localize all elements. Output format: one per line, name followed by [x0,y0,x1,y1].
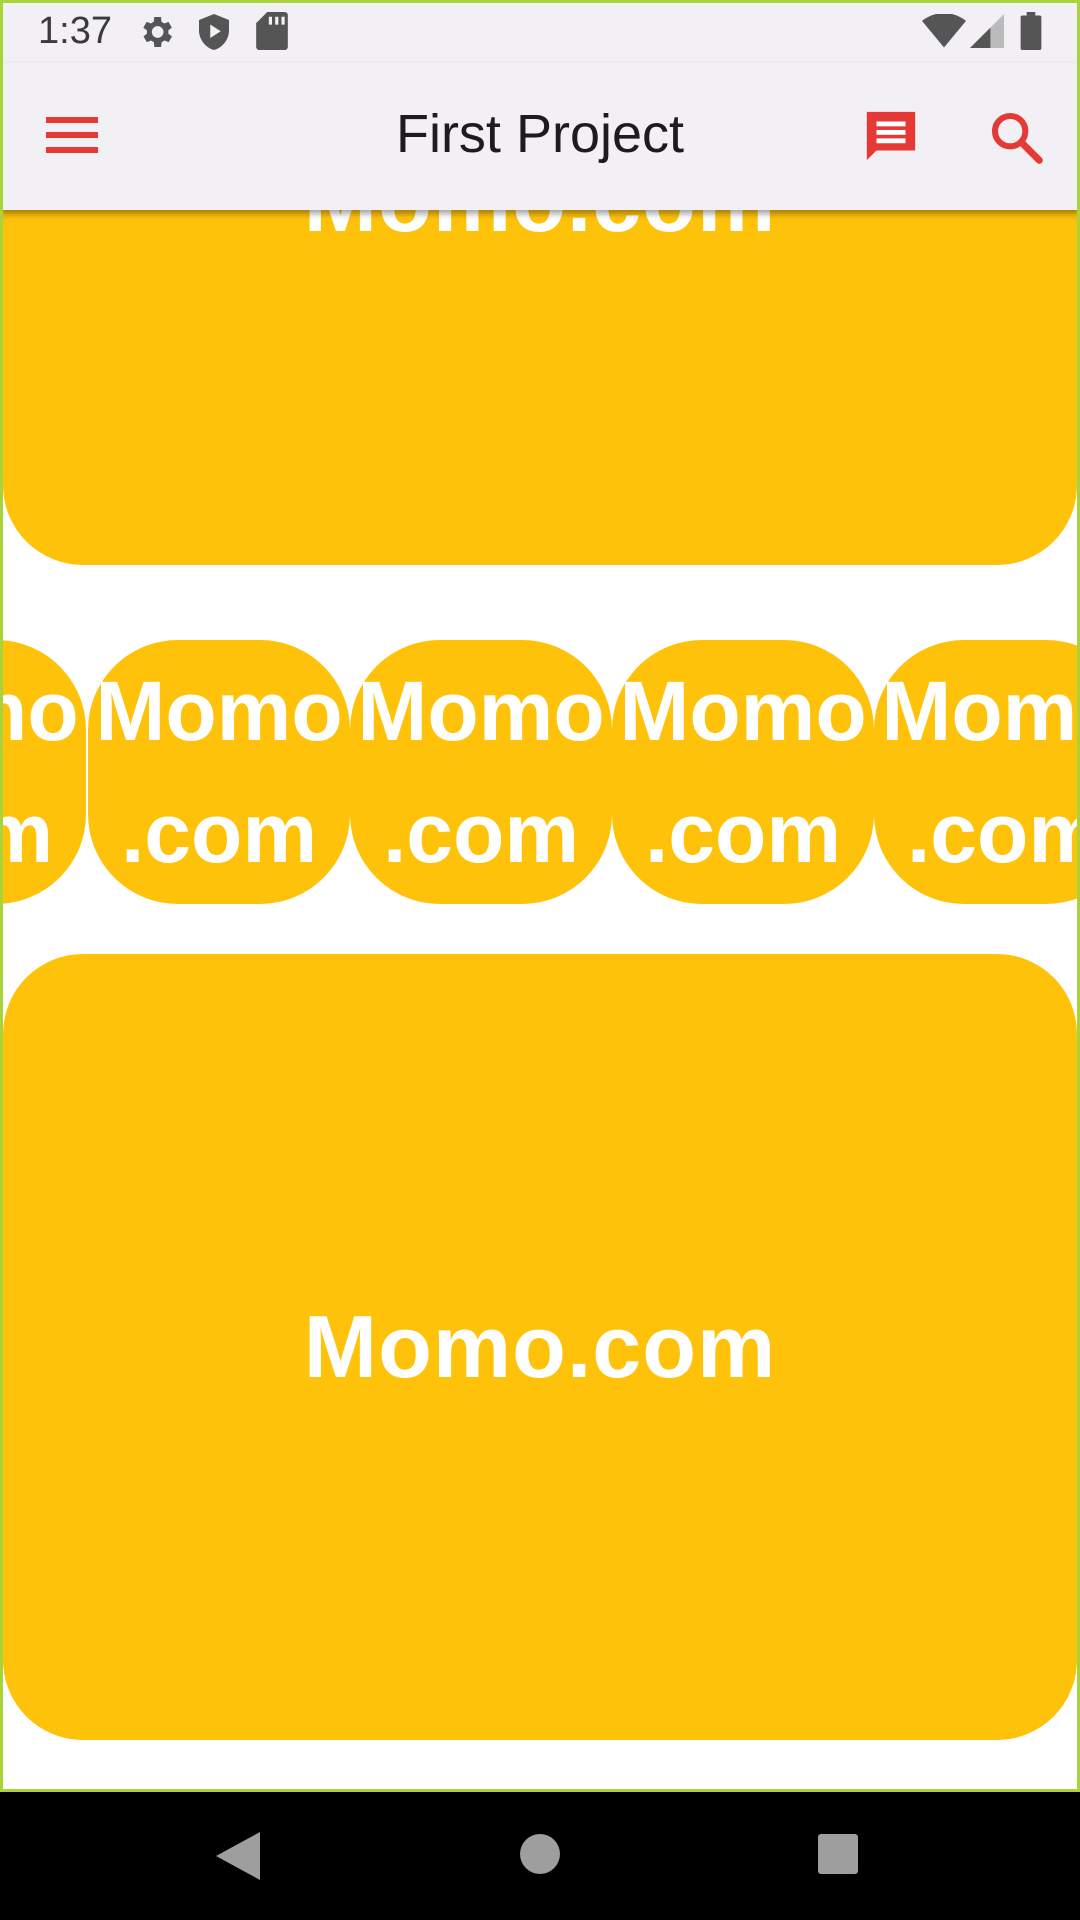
cellular-signal-icon [970,14,1004,53]
sd-card-icon [256,12,288,55]
content-area[interactable]: Momo.com Momo .com Momo .com Momo .com M… [0,210,1080,1792]
card-label: Momo.com [304,210,776,252]
status-time: 1:37 [38,10,112,52]
chip-label-line1: Momo [95,664,343,758]
chip-label-line2: .com [644,786,842,880]
system-nav-bar [0,1792,1080,1920]
chip-label-line2: .com [0,786,54,880]
chip-label-line1: Momo [0,664,79,758]
chip-label-line2: .com [906,786,1080,880]
app-bar: First Project [0,63,1080,210]
chip-card[interactable]: Momo .com [88,640,350,904]
chip-card[interactable]: Momo .com [874,640,1080,904]
chip-label-line1: Momo [881,664,1080,758]
shield-play-icon [196,12,232,57]
search-icon[interactable] [988,109,1044,170]
recents-square-icon[interactable] [818,1834,858,1879]
chat-icon[interactable] [862,107,920,170]
chip-label-line2: .com [382,786,580,880]
chip-card[interactable]: Momo .com [612,640,874,904]
settings-icon [136,12,176,57]
back-triangle-icon[interactable] [216,1832,260,1885]
banner-card-bottom[interactable]: Momo.com [3,954,1077,1740]
battery-icon [1020,12,1042,55]
chip-label-line2: .com [120,786,318,880]
chip-label-line1: Momo [357,664,605,758]
banner-card-top[interactable]: Momo.com [3,210,1077,565]
chip-card[interactable]: Momo .com [0,640,86,904]
wifi-icon [922,13,966,53]
chip-carousel[interactable]: Momo .com Momo .com Momo .com Momo .com … [0,640,1080,904]
chip-label-line1: Momo [619,664,867,758]
home-circle-icon[interactable] [520,1834,560,1879]
card-label: Momo.com [303,1297,777,1396]
status-bar: 1:37 [0,0,1080,63]
chip-card[interactable]: Momo .com [350,640,612,904]
